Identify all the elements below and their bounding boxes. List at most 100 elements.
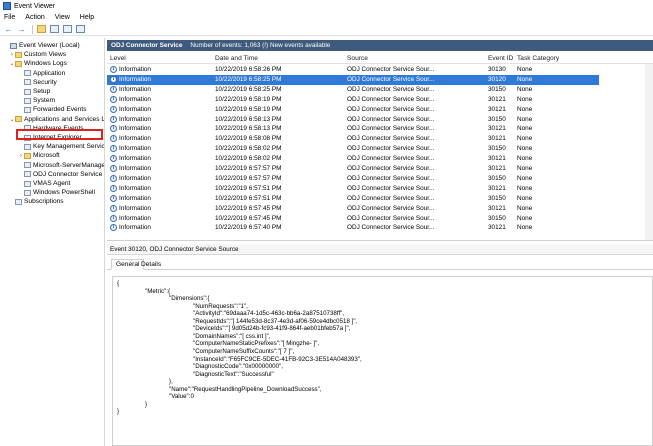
- tree-item[interactable]: Forwarded Events: [18, 105, 87, 114]
- log-icon: [24, 70, 31, 77]
- column-source[interactable]: Source: [347, 55, 368, 62]
- log-icon: [24, 88, 31, 95]
- column-date-time[interactable]: Date and Time: [215, 55, 258, 62]
- row-task-category: None: [517, 204, 533, 212]
- menu-view[interactable]: View: [55, 14, 70, 21]
- detail-json-line: "NumRequests":"1",: [193, 302, 248, 310]
- window-title: Event Viewer: [14, 2, 56, 10]
- table-row[interactable]: i Information 10/22/2019 6:58:02 PM ODJ Con…: [107, 144, 599, 154]
- back-arrow-icon[interactable]: ←: [3, 24, 14, 34]
- menu-help[interactable]: Help: [80, 14, 94, 21]
- table-row[interactable]: i Information 10/22/2019 6:58:19 PM ODJ Con…: [107, 95, 599, 105]
- menu-file[interactable]: File: [4, 14, 15, 21]
- detail-title: Event 30120, ODJ Connector Service Sourc…: [107, 244, 653, 255]
- row-level: Information: [119, 115, 151, 123]
- tree-item[interactable]: VMAS Agent: [18, 179, 70, 188]
- table-row[interactable]: i Information 10/22/2019 6:57:40 PM ODJ Con…: [107, 223, 599, 233]
- row-event-id: 30130: [488, 66, 506, 73]
- forward-arrow-icon[interactable]: →: [16, 24, 27, 34]
- table-row[interactable]: i Information 10/22/2019 6:57:45 PM ODJ Con…: [107, 204, 599, 214]
- table-row[interactable]: i Information 10/22/2019 6:57:57 PM ODJ Con…: [107, 164, 599, 174]
- tree-item-label: Security: [33, 78, 57, 86]
- column-level[interactable]: Level: [110, 55, 126, 62]
- table-row[interactable]: i Information 10/22/2019 6:57:51 PM ODJ Con…: [107, 184, 599, 194]
- properties-icon[interactable]: [75, 24, 86, 34]
- row-source: ODJ Connector Service Sour...: [347, 135, 435, 143]
- table-row[interactable]: i Information 10/22/2019 6:57:45 PM ODJ Con…: [107, 214, 599, 224]
- tree-item[interactable]: Subscriptions: [9, 197, 64, 206]
- column-event-id[interactable]: Event ID: [488, 55, 513, 62]
- menu-bar: File Action View Help: [0, 12, 653, 23]
- row-level: Information: [119, 135, 151, 143]
- row-level: Information: [119, 145, 151, 153]
- row-level: Information: [119, 184, 151, 192]
- tree-item-label: Subscriptions: [24, 198, 64, 206]
- table-row[interactable]: i Information 10/22/2019 6:58:08 PM ODJ Con…: [107, 134, 599, 144]
- detail-json-line: "InstanceId":"F65FC9CE-5DEC-41FB-92C3-3E…: [193, 355, 362, 363]
- detail-tabs: General Details: [107, 257, 653, 270]
- help-icon[interactable]: [62, 24, 73, 34]
- row-source: ODJ Connector Service Sour...: [347, 75, 435, 83]
- information-icon: i: [110, 224, 117, 232]
- folder-icon: [15, 60, 22, 67]
- log-icon: [24, 180, 31, 187]
- table-row[interactable]: i Information 10/22/2019 6:57:51 PM ODJ Con…: [107, 194, 599, 204]
- detail-json-line: "Dimensions":{: [169, 295, 210, 303]
- row-source: ODJ Connector Service Sour...: [347, 214, 435, 222]
- row-event-id: 30150: [488, 85, 506, 93]
- table-row[interactable]: i Information 10/22/2019 6:58:26 PM ODJ Con…: [107, 65, 599, 75]
- folder-icon: [15, 51, 22, 58]
- detail-json-line: }: [117, 408, 120, 416]
- tree-item-label: Windows PowerShell: [33, 189, 95, 197]
- tree-item[interactable]: Application: [18, 69, 65, 78]
- information-icon: i: [110, 145, 117, 153]
- row-event-id: 30150: [488, 194, 506, 202]
- row-level: Information: [119, 85, 151, 93]
- row-task-category: None: [517, 184, 533, 192]
- row-event-id: 30150: [488, 174, 506, 182]
- row-event-id: 30150: [488, 145, 506, 153]
- tree-item[interactable]: ⌄ Windows Logs: [9, 59, 66, 68]
- grid-header: Level Date and Time Source Event ID Task…: [107, 53, 653, 64]
- tree-item-label: Event Viewer (Local): [19, 42, 80, 49]
- tree-item[interactable]: System: [18, 96, 55, 105]
- tree-item[interactable]: › Microsoft: [18, 151, 60, 160]
- tab-details[interactable]: Details: [137, 259, 165, 270]
- column-task-category[interactable]: Task Category: [517, 55, 559, 62]
- row-level: Information: [119, 75, 151, 83]
- row-event-id: 30121: [488, 95, 506, 103]
- tree-item[interactable]: Microsoft-ServerManage: [18, 161, 104, 170]
- row-date-time: 10/22/2019 6:58:19 PM: [215, 105, 282, 113]
- information-icon: i: [110, 95, 117, 103]
- tree-item[interactable]: ⌄ Applications and Services Lo: [9, 115, 104, 124]
- row-task-category: None: [517, 125, 533, 133]
- row-task-category: None: [517, 145, 533, 153]
- table-row[interactable]: i Information 10/22/2019 6:58:19 PM ODJ Con…: [107, 105, 599, 115]
- table-row[interactable]: i Information 10/22/2019 6:58:25 PM ODJ Con…: [107, 85, 599, 95]
- panel-event-count: Number of events: 1,063 (!) New events a…: [190, 42, 331, 49]
- detail-json-line: "DeviceIds":"[ 9d05d24b-fc93-41f9-864f-a…: [193, 325, 351, 333]
- tree-item[interactable]: Setup: [18, 87, 50, 96]
- row-date-time: 10/22/2019 6:57:45 PM: [215, 204, 282, 212]
- open-folder-icon[interactable]: [36, 24, 47, 34]
- table-row[interactable]: i Information 10/22/2019 6:58:13 PM ODJ Con…: [107, 115, 599, 125]
- grid-scrollbar[interactable]: [645, 64, 653, 240]
- console-tree-icon[interactable]: [49, 24, 60, 34]
- menu-action[interactable]: Action: [25, 14, 44, 21]
- table-row[interactable]: i Information 10/22/2019 6:57:57 PM ODJ Con…: [107, 174, 599, 184]
- information-icon: i: [110, 184, 117, 192]
- toolbar: ← →: [0, 23, 653, 36]
- tree-item[interactable]: ODJ Connector Service: [18, 170, 102, 179]
- tree-item[interactable]: Key Management Service: [18, 142, 104, 151]
- table-row[interactable]: i Information 10/22/2019 6:58:13 PM ODJ Con…: [107, 124, 599, 134]
- table-row[interactable]: i Information 10/22/2019 6:58:02 PM ODJ Con…: [107, 154, 599, 164]
- tree-item[interactable]: › Custom Views: [9, 50, 66, 59]
- tree-item[interactable]: Windows PowerShell: [18, 188, 95, 197]
- tree-item[interactable]: Event Viewer (Local): [4, 41, 80, 50]
- tree-item[interactable]: Security: [18, 78, 57, 87]
- computer-icon: [10, 42, 17, 49]
- information-icon: i: [110, 135, 117, 143]
- information-icon: i: [110, 214, 117, 222]
- tree-item-label: Setup: [33, 88, 51, 95]
- table-row[interactable]: i Information 10/22/2019 6:58:25 PM ODJ Con…: [107, 74, 599, 85]
